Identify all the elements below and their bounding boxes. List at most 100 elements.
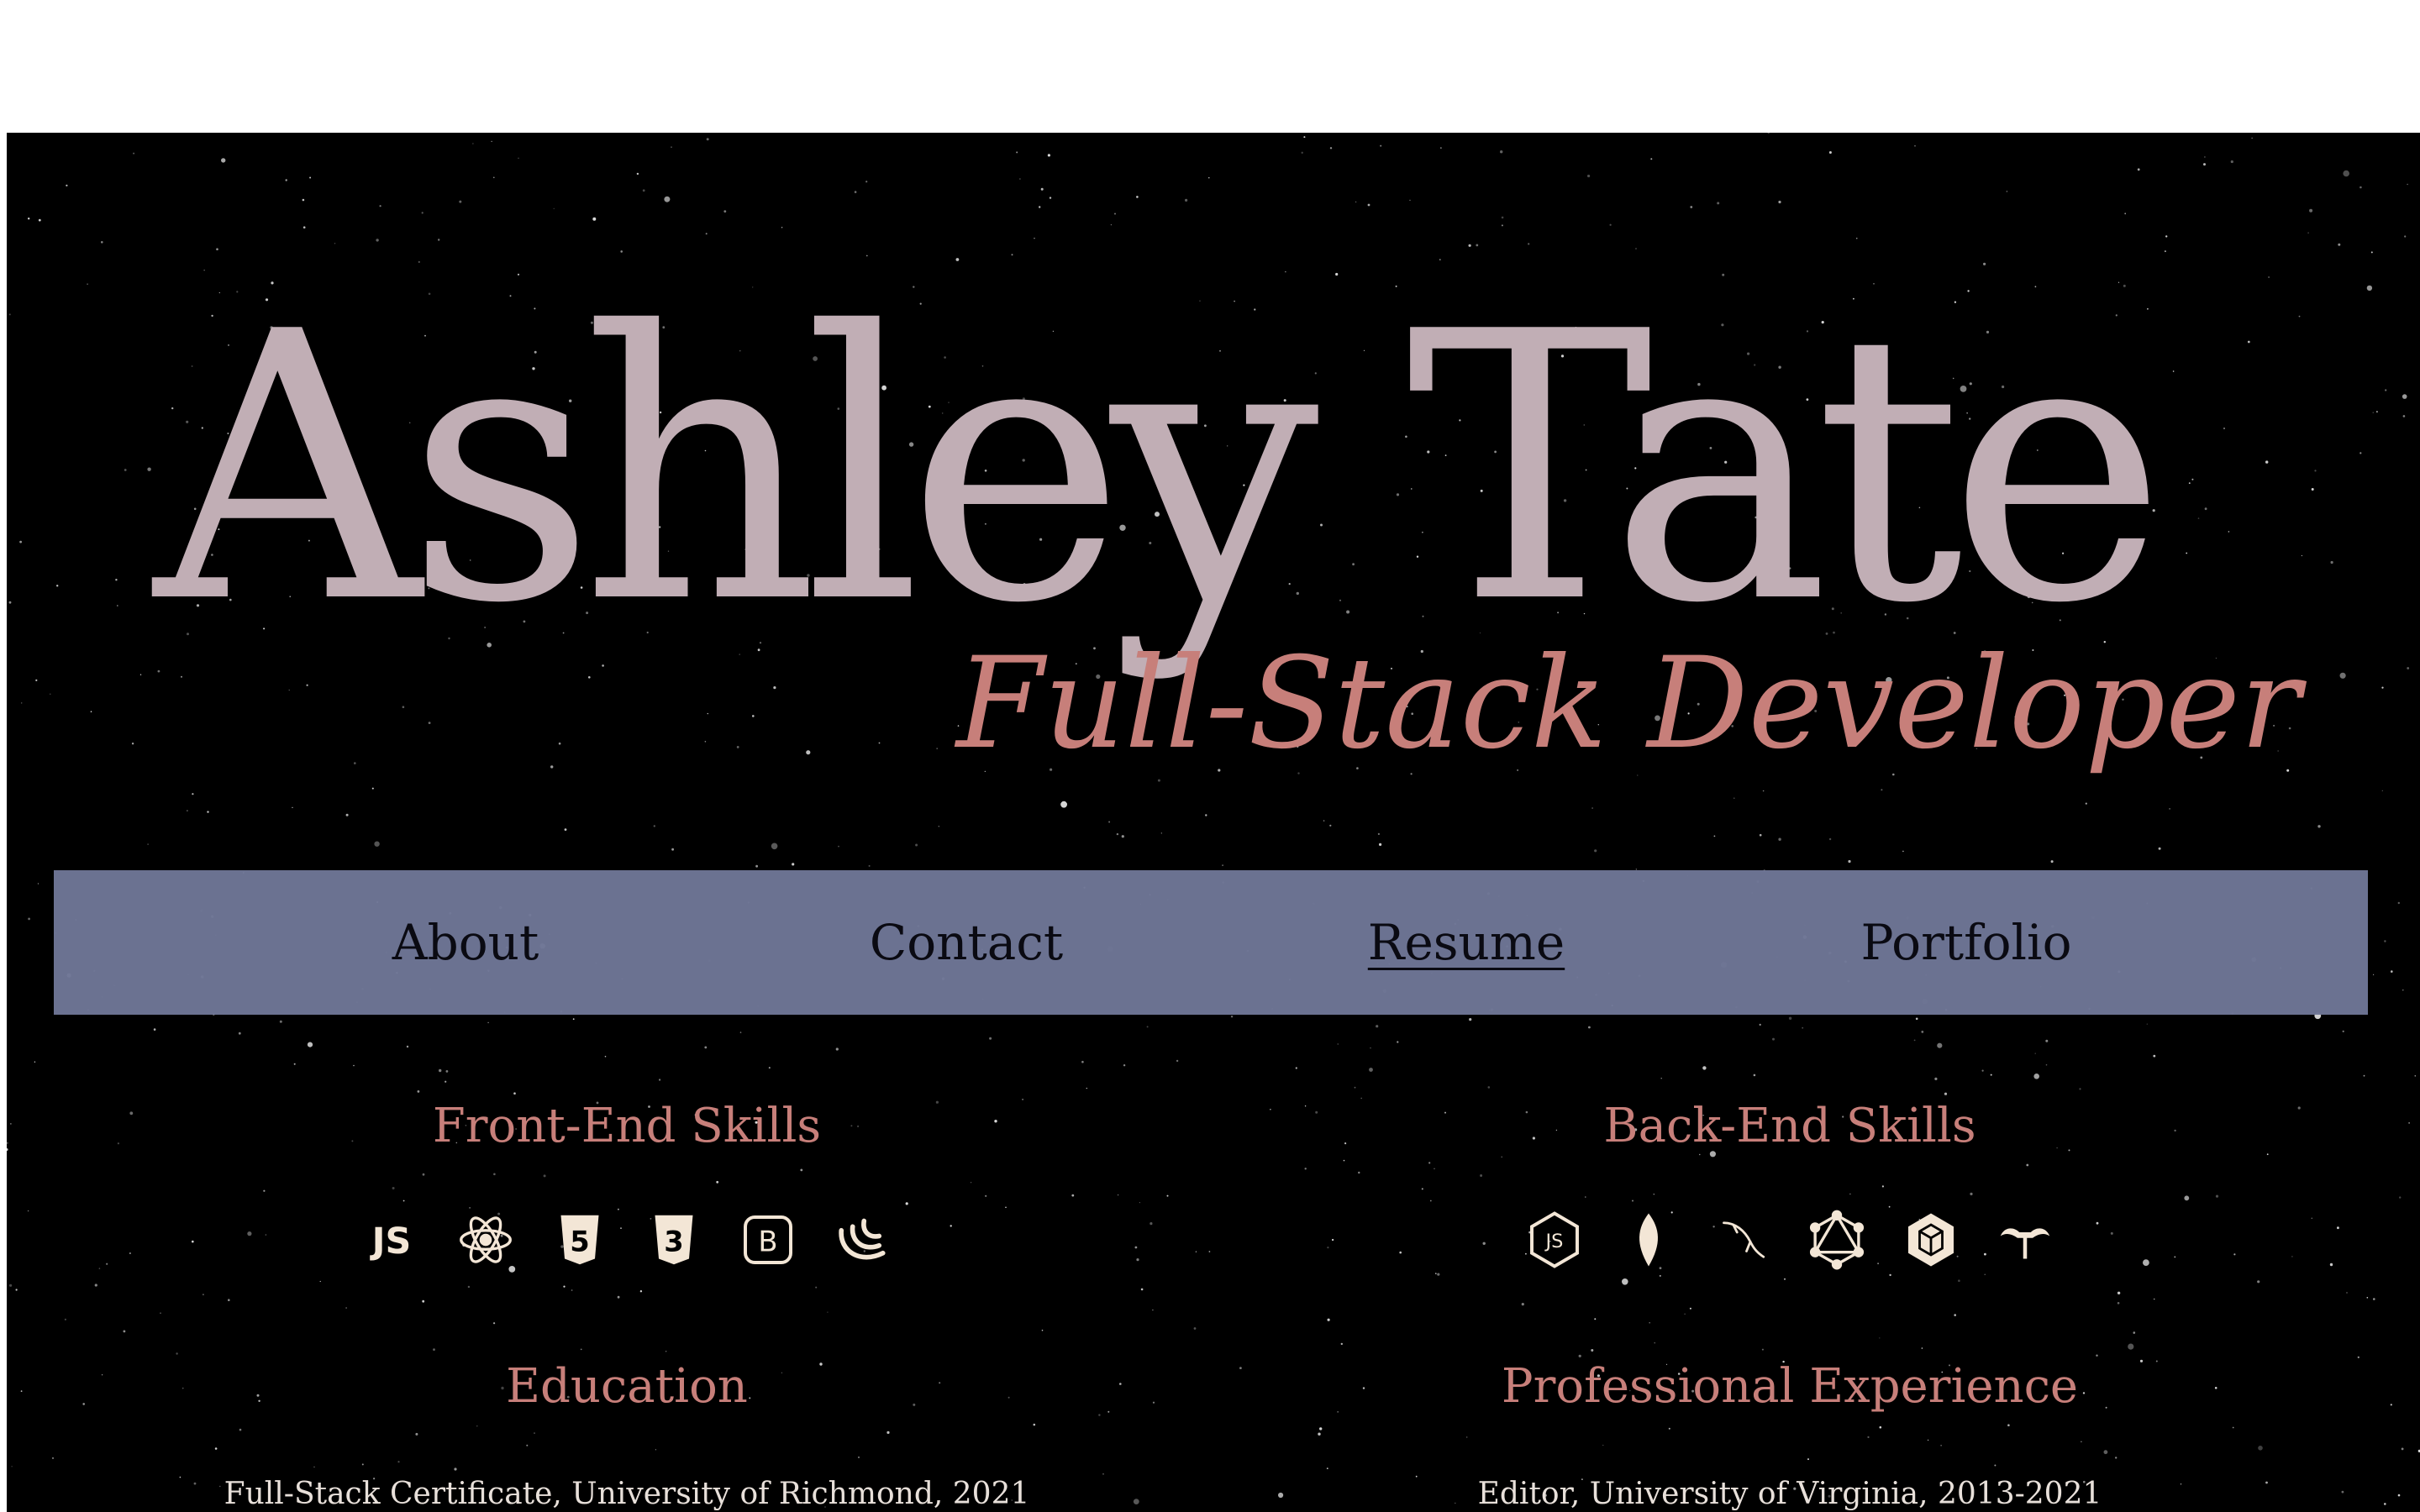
star	[2026, 1163, 2029, 1167]
star	[886, 1431, 890, 1434]
star	[1369, 1068, 1373, 1072]
star	[2128, 1343, 2134, 1350]
main-nav: About Contact Resume Portfolio	[54, 870, 2368, 1015]
star	[2096, 1221, 2099, 1225]
star	[179, 1476, 182, 1478]
javascript-icon: JS	[358, 1206, 425, 1273]
star	[2381, 686, 2384, 689]
star	[1166, 1194, 1169, 1197]
star	[1772, 1037, 1775, 1041]
star	[1318, 1432, 1321, 1436]
star	[1713, 835, 1716, 837]
nav-link-about[interactable]: About	[392, 870, 539, 1015]
star	[1500, 150, 1503, 154]
star	[334, 243, 336, 244]
star	[2184, 1195, 2190, 1201]
page-background: Ashley Tate Full-Stack Developer About C…	[7, 133, 2420, 1512]
star	[850, 1125, 853, 1127]
star	[868, 864, 871, 867]
experience-entry: Editor, University of Virginia, 2013-202…	[1477, 1477, 2102, 1511]
star	[1828, 151, 1832, 154]
star	[228, 1299, 230, 1301]
star	[1717, 202, 1720, 205]
star	[1114, 213, 1116, 215]
star	[379, 205, 381, 207]
star	[1343, 1159, 1345, 1162]
star	[7, 1148, 8, 1151]
star	[2384, 1503, 2386, 1505]
star	[768, 1067, 771, 1069]
star	[2214, 1387, 2217, 1389]
star	[2414, 1075, 2417, 1077]
star	[736, 746, 739, 748]
nav-link-portfolio[interactable]: Portfolio	[1860, 870, 2071, 1015]
star	[572, 1018, 575, 1021]
star	[1440, 147, 1442, 149]
star	[472, 143, 474, 144]
star	[1222, 864, 1223, 866]
star	[214, 1447, 218, 1450]
star	[659, 1079, 661, 1081]
star	[309, 176, 312, 179]
star	[345, 813, 349, 816]
star	[2153, 1298, 2155, 1300]
star	[1332, 1238, 1334, 1242]
star	[2357, 1356, 2360, 1358]
star	[2307, 232, 2309, 234]
star	[422, 1299, 425, 1303]
star	[1098, 1414, 1101, 1416]
star	[1889, 1273, 1891, 1277]
star	[1528, 243, 1530, 245]
star	[752, 715, 755, 717]
nav-link-contact[interactable]: Contact	[870, 870, 1063, 1015]
star	[723, 210, 727, 213]
star	[1304, 1105, 1307, 1107]
star	[2257, 1280, 2260, 1284]
star	[2203, 163, 2206, 166]
star	[1040, 187, 1044, 191]
star	[2265, 1481, 2268, 1484]
star	[1690, 206, 1693, 208]
star	[2251, 137, 2253, 139]
star	[1362, 1387, 1365, 1389]
star	[1301, 151, 1303, 154]
star	[1193, 1327, 1197, 1330]
star	[2339, 672, 2346, 679]
star	[1060, 801, 1067, 808]
star	[1102, 1473, 1104, 1475]
react-icon	[452, 1206, 519, 1273]
star	[564, 828, 567, 831]
star	[1856, 238, 1858, 239]
star	[1762, 790, 1765, 792]
star	[438, 239, 440, 241]
star	[2338, 243, 2341, 246]
education-entry: Full-Stack Certificate, University of Ri…	[224, 1477, 1030, 1511]
star	[2366, 285, 2373, 291]
star	[182, 1387, 184, 1389]
star	[1022, 1099, 1023, 1100]
star	[1480, 1174, 1483, 1177]
star	[704, 1046, 708, 1049]
star	[2408, 1122, 2411, 1124]
star	[445, 1070, 449, 1073]
star	[1337, 1411, 1339, 1413]
star	[571, 1289, 573, 1291]
star	[21, 702, 23, 704]
star	[51, 1457, 55, 1459]
star	[1019, 178, 1021, 180]
star	[1994, 1464, 1996, 1467]
star	[219, 1485, 221, 1488]
star	[493, 1173, 496, 1176]
star	[1778, 200, 1781, 204]
star	[1970, 1192, 1973, 1195]
nav-link-resume[interactable]: Resume	[1368, 870, 1565, 1015]
star	[2291, 1256, 2293, 1257]
star	[620, 250, 623, 253]
star	[433, 1348, 435, 1351]
star	[1039, 206, 1041, 208]
star	[935, 1100, 939, 1104]
star	[1360, 1097, 1362, 1100]
star	[2117, 1291, 2121, 1295]
star	[1376, 1025, 1379, 1028]
star	[1327, 1318, 1330, 1321]
